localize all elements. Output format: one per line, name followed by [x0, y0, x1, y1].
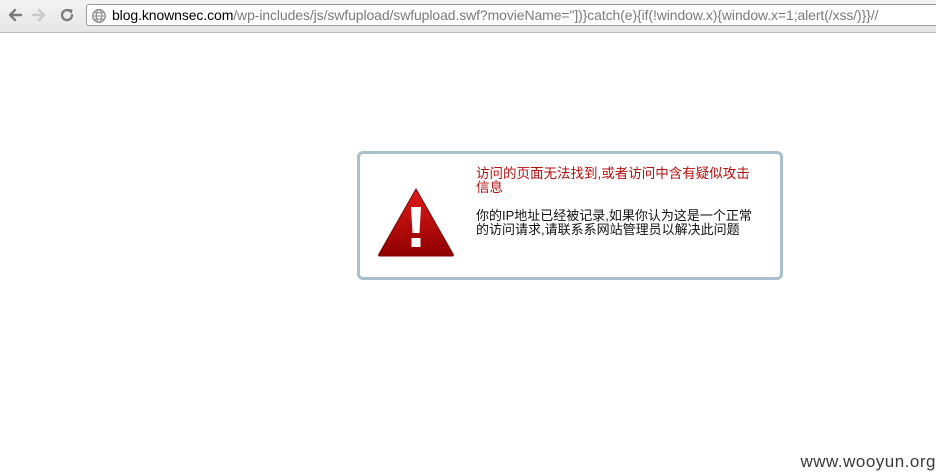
url-host: blog.knownsec.com — [112, 7, 234, 23]
url-path: /wp-includes/js/swfupload/swfupload.swf?… — [233, 7, 879, 23]
arrow-right-icon — [31, 8, 46, 22]
watermark: www.wooyun.org — [800, 452, 936, 471]
globe-icon — [92, 9, 106, 23]
back-button[interactable] — [4, 4, 26, 26]
warning-triangle-icon — [378, 187, 454, 257]
url-text[interactable]: blog.knownsec.com/wp-includes/js/swfuplo… — [112, 7, 878, 24]
blocked-request-alert: 访问的页面无法找到,或者访问中含有疑似攻击信息 你的IP地址已经被记录,如果你认… — [357, 151, 783, 280]
alert-message: 访问的页面无法找到,或者访问中含有疑似攻击信息 你的IP地址已经被记录,如果你认… — [476, 167, 754, 237]
address-bar[interactable]: blog.knownsec.com/wp-includes/js/swfuplo… — [86, 4, 936, 26]
browser-toolbar: blog.knownsec.com/wp-includes/js/swfuplo… — [0, 0, 936, 33]
forward-button[interactable] — [28, 4, 50, 26]
alert-body: 你的IP地址已经被记录,如果你认为这是一个正常的访问请求,请联系系网站管理员以解… — [476, 208, 752, 237]
arrow-left-icon — [8, 8, 23, 22]
reload-button[interactable] — [56, 4, 78, 26]
reload-icon — [60, 8, 74, 22]
alert-title: 访问的页面无法找到,或者访问中含有疑似攻击信息 — [476, 166, 750, 195]
